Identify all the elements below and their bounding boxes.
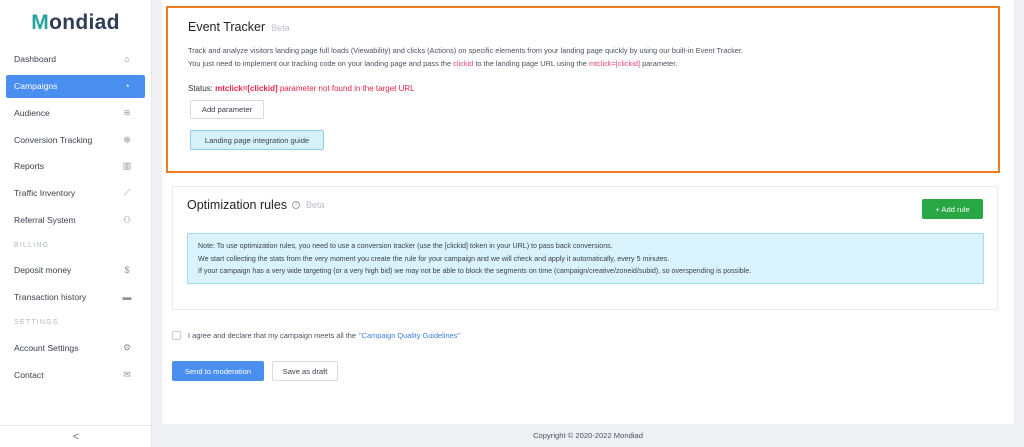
sidebar-item-label: Conversion Tracking [14,134,93,145]
sidebar-item-contact[interactable]: Contact ✉ [0,361,151,388]
description-text: parameter. [640,59,678,68]
add-rule-button[interactable]: + Add rule [922,199,983,219]
description-line: You just need to implement our tracking … [188,57,988,70]
line-chart-icon: ⟋ [123,187,131,198]
sidebar-item-account-settings[interactable]: Account Settings ⚙ [0,335,151,362]
sidebar-item-dashboard[interactable]: Dashboard ⌂ [0,46,151,73]
chevron-left-icon: < [72,430,80,443]
users-icon: ⚇ [122,214,132,225]
optimization-note: Note: To use optimization rules, you nee… [187,233,984,284]
agreement-text: I agree and declare that my campaign mee… [188,331,357,340]
help-icon[interactable]: ? [292,201,301,209]
envelope-icon: ✉ [123,369,131,380]
globe-icon: ⊕ [123,134,131,145]
event-tracker-panel: Event Tracker Beta Track and analyze visi… [166,6,1000,173]
sidebar-item-label: Traffic Inventory [14,188,76,199]
optimization-title: Optimization rules ? Beta [187,198,325,212]
status-label: Status: [188,84,213,93]
description-line: Track and analyze visitors landing page … [188,46,743,55]
bar-chart-icon: ▥ [122,160,132,171]
sidebar-item-traffic-inventory[interactable]: Traffic Inventory ⟋ [0,180,151,207]
description-text: You just need to implement our tracking … [188,59,454,68]
sidebar-item-conversion-tracking[interactable]: Conversion Tracking ⊕ [0,126,151,153]
note-line: If your campaign has a very wide targeti… [198,267,752,275]
sidebar-item-label: Transaction history [14,292,87,303]
main-content: Event Tracker Beta Track and analyze visi… [162,0,1014,424]
beta-badge: Beta [306,200,325,210]
add-parameter-button[interactable]: Add parameter [190,100,264,119]
sidebar: Mondiad Dashboard ⌂ Campaigns ◔ Audience… [0,0,152,447]
mtclick-param: mtclick=[clickid] [588,59,641,68]
sidebar-item-transaction-history[interactable]: Transaction history ▬ [0,284,151,311]
status-param: mtclick=[clickid] [215,84,278,93]
sidebar-item-label: Account Settings [14,342,79,353]
logo-text: ondiad [49,11,120,34]
event-tracker-description: Track and analyze visitors landing page … [188,44,988,70]
sidebar-item-label: Dashboard [14,54,57,65]
pie-chart-icon: ◔ [124,81,130,92]
sidebar-item-campaigns[interactable]: Campaigns ◔ [6,74,145,98]
optimization-rules-panel: Optimization rules ? Beta + Add rule Not… [172,186,998,310]
home-icon: ⌂ [124,54,130,65]
save-as-draft-button[interactable]: Save as draft [272,361,338,381]
logo-initial: M [31,11,50,34]
agreement-checkbox[interactable] [172,331,181,340]
footer-copyright: Copyright © 2020-2022 Mondiad [533,431,643,440]
sidebar-item-reports[interactable]: Reports ▥ [0,153,151,180]
agreement-row: I agree and declare that my campaign mee… [172,331,460,340]
note-line: We start collecting the stats from the v… [198,254,670,263]
clickid-token: clickid [453,59,474,68]
sidebar-item-label: Contact [14,369,44,380]
section-label-billing: BILLING [14,241,50,249]
note-line: Note: To use optimization rules, you nee… [198,242,613,250]
section-label-settings: SETTINGS [14,319,59,326]
description-text: to the landing page URL using the [473,59,589,68]
sidebar-item-label: Campaigns [14,81,58,92]
integration-guide-button[interactable]: Landing page integration guide [190,130,324,150]
sidebar-collapse-button[interactable]: < [0,425,152,447]
quality-guidelines-link[interactable]: "Campaign Quality Guidelines" [359,331,460,340]
sidebar-item-label: Referral System [14,214,76,225]
beta-badge: Beta [271,23,290,33]
event-tracker-title: Event Tracker Beta [188,20,290,34]
logo[interactable]: Mondiad [0,0,151,46]
wallet-icon: ▬ [122,292,132,303]
dollar-icon: $ [124,265,130,276]
status-message: parameter not found in the target URL [279,84,415,93]
layers-icon: ≋ [123,107,131,118]
sidebar-item-audience[interactable]: Audience ≋ [0,100,151,127]
sidebar-item-label: Deposit money [14,265,72,276]
section-title: Optimization rules [187,198,288,212]
sidebar-item-deposit-money[interactable]: Deposit money $ [0,257,151,284]
section-title: Event Tracker [188,20,266,34]
tracker-status: Status: mtclick=[clickid] parameter not … [188,84,415,93]
send-to-moderation-button[interactable]: Send to moderation [172,361,264,381]
gears-icon: ⚙ [122,342,132,353]
sidebar-item-label: Reports [14,161,45,172]
sidebar-item-referral-system[interactable]: Referral System ⚇ [0,206,151,233]
sidebar-item-label: Audience [14,108,50,119]
